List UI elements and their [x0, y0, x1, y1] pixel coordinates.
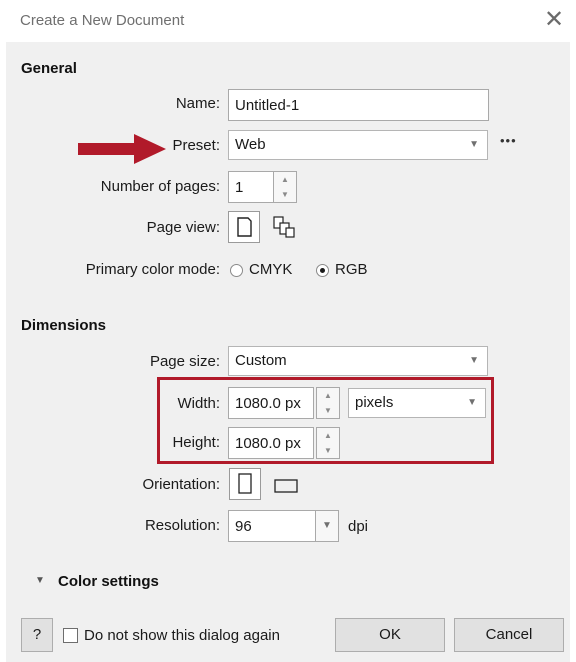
- chevron-down-icon: ▼: [469, 139, 479, 150]
- preset-label: Preset:: [172, 137, 220, 154]
- chevron-down-icon: ▼: [467, 397, 477, 408]
- pages-label: Number of pages:: [100, 178, 220, 195]
- general-section-title: General: [21, 60, 77, 77]
- pages-stepper[interactable]: ▲ ▼: [273, 171, 297, 203]
- portrait-icon: [238, 473, 252, 494]
- width-input[interactable]: [228, 387, 314, 419]
- name-input[interactable]: [228, 89, 489, 121]
- stepper-up-icon[interactable]: ▲: [317, 428, 339, 443]
- page-size-select[interactable]: Custom ▼: [228, 346, 488, 376]
- stepper-up-icon[interactable]: ▲: [274, 172, 296, 187]
- color-mode-rgb-label: RGB: [335, 261, 368, 278]
- preset-select[interactable]: Web ▼: [228, 130, 488, 160]
- units-value: pixels: [355, 394, 394, 411]
- preset-value: Web: [235, 136, 266, 153]
- orientation-label: Orientation:: [142, 476, 220, 493]
- single-page-icon: [237, 217, 252, 237]
- multi-page-view-button[interactable]: [270, 214, 300, 242]
- color-mode-rgb-radio[interactable]: [316, 264, 329, 277]
- units-select[interactable]: pixels ▼: [348, 388, 486, 418]
- dont-show-label: Do not show this dialog again: [84, 627, 280, 644]
- color-settings-toggle[interactable]: Color settings: [58, 573, 159, 590]
- color-mode-cmyk-label: CMYK: [249, 261, 293, 278]
- close-icon[interactable]: ✕: [544, 6, 564, 34]
- width-stepper[interactable]: ▲ ▼: [316, 387, 340, 419]
- resolution-input[interactable]: [228, 510, 316, 542]
- landscape-icon: [274, 479, 298, 493]
- multi-page-icon: [273, 216, 295, 238]
- height-stepper[interactable]: ▲ ▼: [316, 427, 340, 459]
- stepper-down-icon[interactable]: ▼: [317, 403, 339, 418]
- name-label: Name:: [175, 95, 220, 112]
- cancel-button[interactable]: Cancel: [454, 618, 564, 652]
- stepper-up-icon[interactable]: ▲: [317, 388, 339, 403]
- color-mode-cmyk-radio[interactable]: [230, 264, 243, 277]
- collapse-triangle-icon[interactable]: ▼: [35, 575, 45, 586]
- resolution-label: Resolution:: [144, 517, 220, 534]
- resolution-dropdown-button[interactable]: ▼: [315, 510, 339, 542]
- more-options-button[interactable]: •••: [500, 133, 517, 148]
- page-view-label: Page view:: [146, 219, 220, 236]
- height-label: Height:: [172, 434, 220, 451]
- single-page-view-button[interactable]: [228, 211, 260, 243]
- pages-input[interactable]: [228, 171, 274, 203]
- ok-button[interactable]: OK: [335, 618, 445, 652]
- portrait-orientation-button[interactable]: [229, 468, 261, 500]
- chevron-down-icon: ▼: [469, 355, 479, 366]
- page-size-value: Custom: [235, 352, 287, 369]
- height-input[interactable]: [228, 427, 314, 459]
- page-size-label: Page size:: [149, 353, 220, 370]
- resolution-unit: dpi: [348, 518, 369, 535]
- color-mode-label: Primary color mode:: [85, 261, 220, 278]
- dimensions-section-title: Dimensions: [21, 317, 107, 334]
- dont-show-checkbox[interactable]: [63, 628, 78, 643]
- stepper-down-icon[interactable]: ▼: [317, 443, 339, 458]
- chevron-down-icon: ▼: [322, 520, 332, 531]
- width-label: Width:: [177, 395, 220, 412]
- stepper-down-icon[interactable]: ▼: [274, 187, 296, 202]
- dialog-title: Create a New Document: [20, 12, 185, 29]
- landscape-orientation-button[interactable]: [272, 474, 302, 498]
- help-button[interactable]: ?: [21, 618, 53, 652]
